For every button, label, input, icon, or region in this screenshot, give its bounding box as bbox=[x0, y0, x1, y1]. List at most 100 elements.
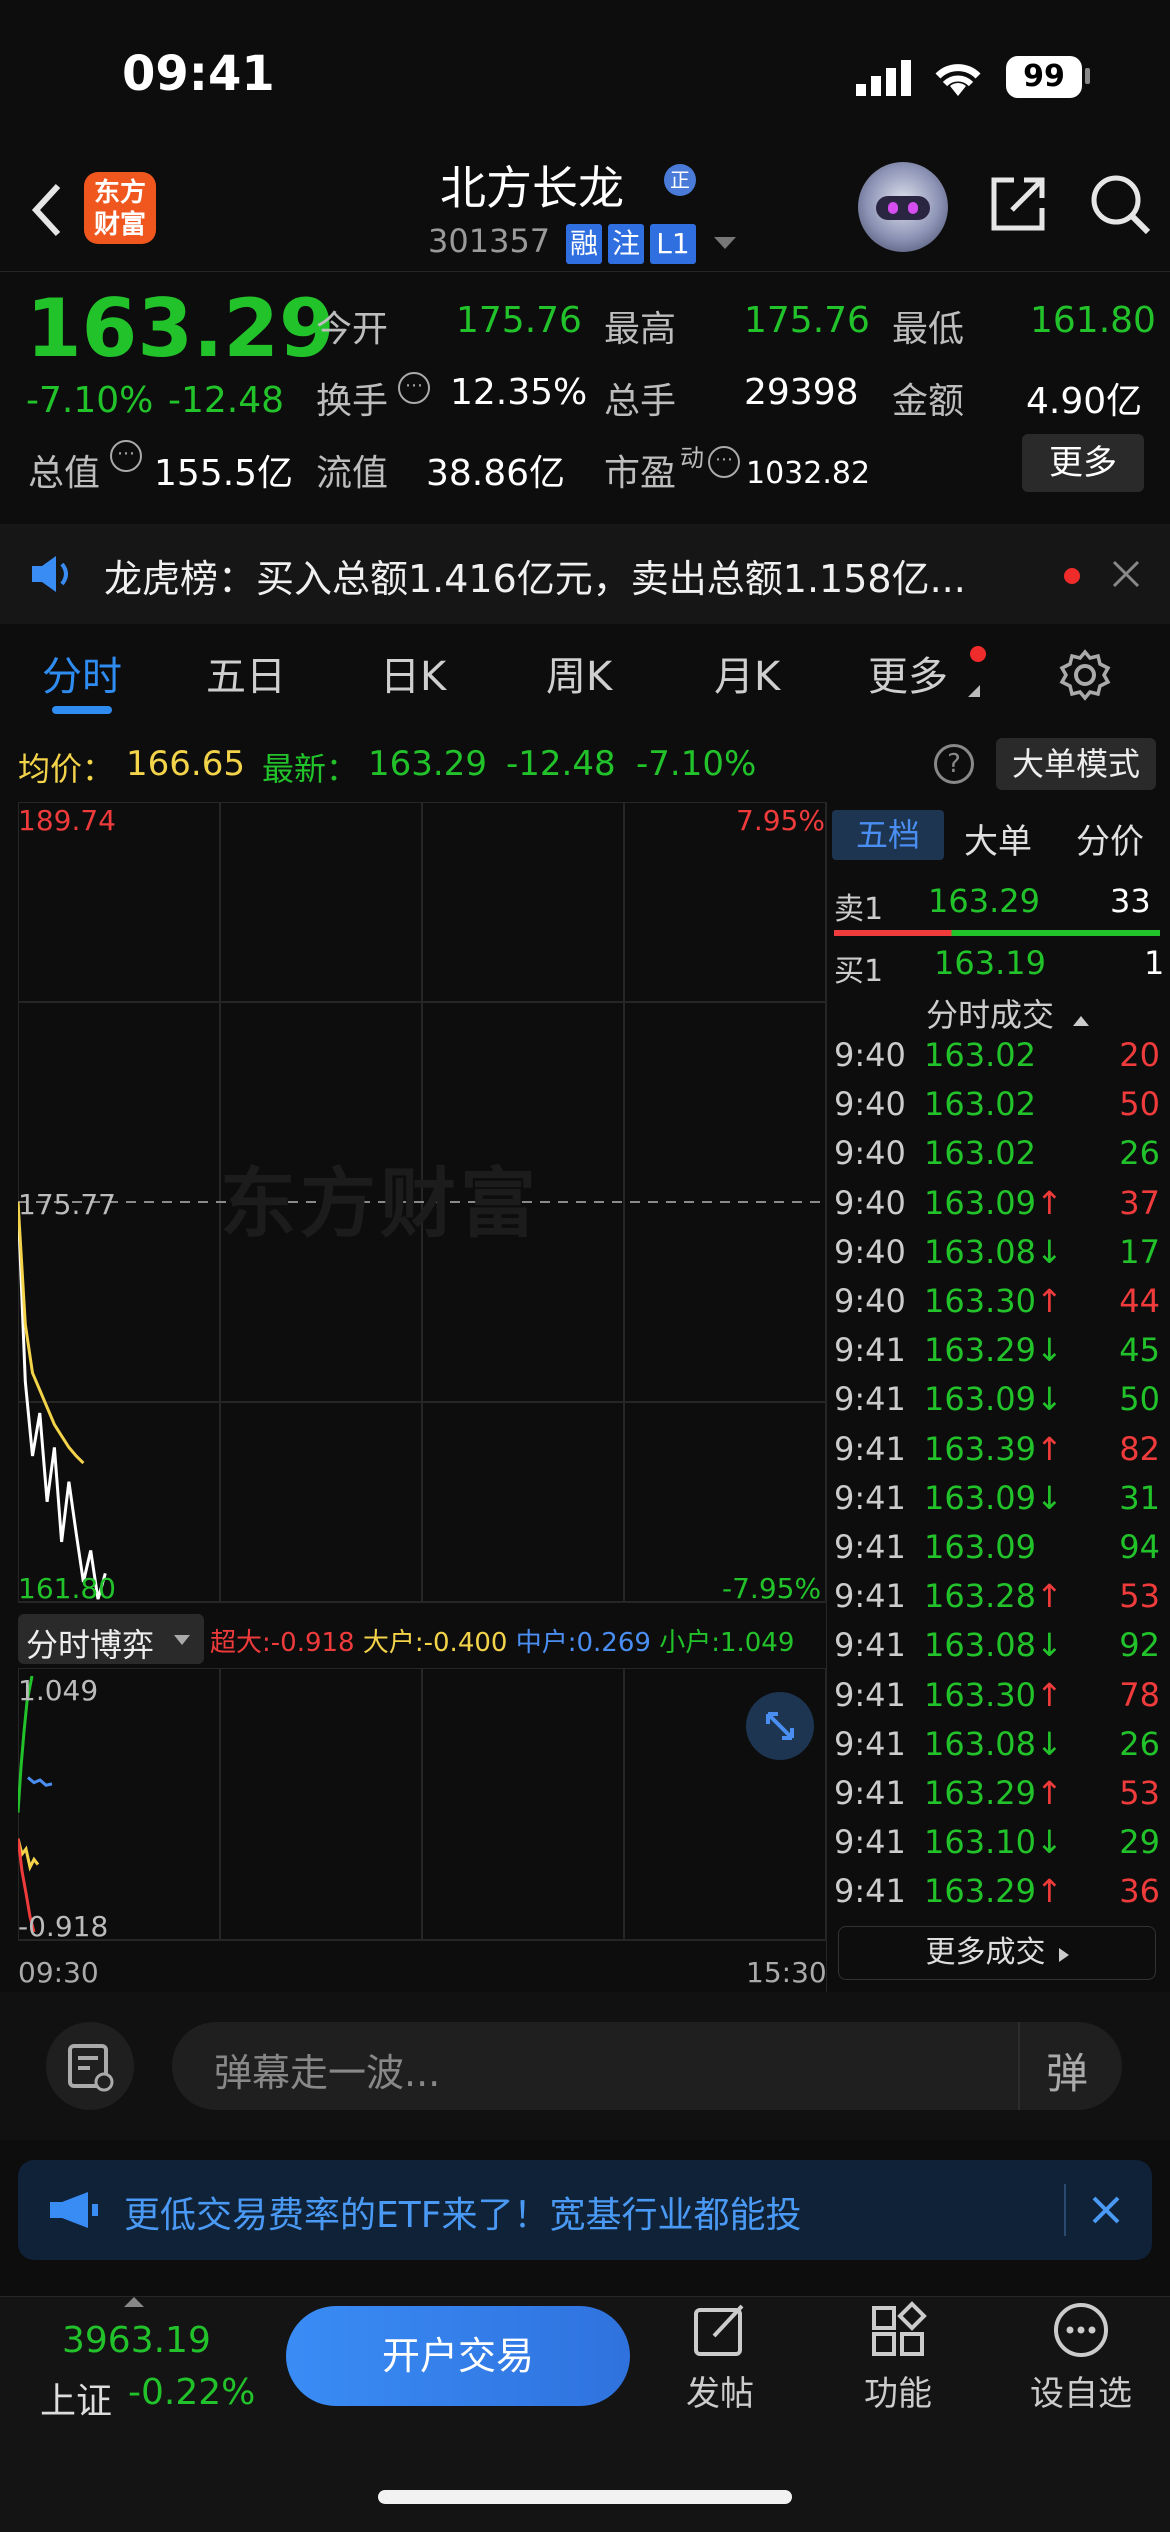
trades-title: 分时成交 bbox=[926, 996, 1055, 1034]
trade-volume: 26 bbox=[1119, 1724, 1160, 1763]
trade-row: 9:41 163.10↓ 29 bbox=[834, 1823, 1160, 1871]
small-label: 小户: bbox=[659, 1628, 720, 1658]
info-dots-icon[interactable]: ⋯ bbox=[708, 446, 740, 478]
arrow-up-icon: ↑ bbox=[1035, 1774, 1063, 1812]
trade-row: 9:41 163.30↑ 78 bbox=[834, 1676, 1160, 1724]
trade-volume: 20 bbox=[1119, 1036, 1160, 1074]
info-dots-icon[interactable]: ⋯ bbox=[398, 372, 430, 404]
etf-ad-banner[interactable]: 更低交易费率的ETF来了！宽基行业都能投 bbox=[18, 2160, 1152, 2260]
trade-row: 9:41 163.29↑ 53 bbox=[834, 1774, 1160, 1822]
help-icon[interactable]: ? bbox=[934, 744, 974, 784]
more-trades-label: 更多成交 bbox=[925, 1935, 1046, 1970]
buy1-price: 163.19 bbox=[934, 944, 1046, 982]
robot-assistant-icon[interactable] bbox=[858, 162, 948, 252]
tab-big-orders[interactable]: 大单 bbox=[964, 814, 1032, 863]
arrow-down-icon: ↓ bbox=[1035, 1232, 1063, 1271]
small-value: 1.049 bbox=[719, 1628, 795, 1658]
search-icon[interactable] bbox=[1088, 172, 1152, 240]
index-value[interactable]: 3963.19 bbox=[62, 2320, 211, 2361]
tab-more[interactable]: 更多 bbox=[868, 644, 948, 702]
share-icon[interactable] bbox=[986, 172, 1050, 240]
depth-bar bbox=[834, 930, 1160, 936]
app-logo[interactable]: 东方 财富 bbox=[84, 172, 156, 244]
arrow-up-icon: ↑ bbox=[1035, 1675, 1063, 1714]
price-line bbox=[18, 1201, 107, 1600]
more-dots-icon bbox=[1051, 2303, 1111, 2364]
trade-volume: 45 bbox=[1119, 1331, 1160, 1370]
tab-monthly-k[interactable]: 月K bbox=[714, 644, 780, 702]
pe-value: 1032.82 bbox=[746, 456, 871, 491]
ad-close-icon[interactable] bbox=[1092, 2196, 1120, 2228]
low-label: 最低 bbox=[892, 309, 965, 350]
large-label: 大户: bbox=[362, 1628, 424, 1658]
mid-value: 0.269 bbox=[576, 1628, 651, 1658]
dragon-tiger-banner[interactable]: 龙虎榜：买入总额1.416亿元，卖出总额1.158亿... bbox=[0, 524, 1170, 624]
pct-top-label: 7.95% bbox=[736, 804, 825, 837]
caret-down-icon[interactable] bbox=[714, 236, 736, 255]
post-label: 发帖 bbox=[686, 2374, 754, 2414]
trade-volume: 50 bbox=[1119, 1380, 1160, 1419]
danmaku-settings-icon[interactable] bbox=[46, 2022, 134, 2110]
mktcap-value: 155.5亿 bbox=[154, 453, 294, 494]
settings-gear-icon[interactable] bbox=[1058, 648, 1112, 706]
tab-five-day[interactable]: 五日 bbox=[206, 644, 286, 702]
amount-value: 4.90亿 bbox=[1026, 381, 1143, 422]
post-button[interactable]: 发帖 bbox=[680, 2300, 760, 2415]
trade-row: 9:41 163.09↓ 31 bbox=[834, 1479, 1160, 1527]
tab-daily-k[interactable]: 日K bbox=[380, 644, 446, 702]
trade-button[interactable]: 开户交易 bbox=[286, 2306, 630, 2406]
tab-weekly-k[interactable]: 周K bbox=[546, 644, 612, 702]
trade-time: 9:41 bbox=[834, 1528, 906, 1566]
trade-volume: 82 bbox=[1119, 1429, 1160, 1468]
flow-y-bottom: -0.918 bbox=[18, 1910, 109, 1943]
trade-price: 163.29↓ bbox=[924, 1331, 1063, 1370]
flow-chart[interactable] bbox=[18, 1668, 826, 1948]
trade-volume: 29 bbox=[1119, 1823, 1160, 1862]
arrow-up-icon: ↑ bbox=[1035, 1282, 1063, 1320]
info-dots-icon[interactable]: ⋯ bbox=[110, 440, 142, 472]
close-icon[interactable] bbox=[1112, 560, 1140, 592]
tab-price-dist[interactable]: 分价 bbox=[1076, 814, 1144, 863]
trade-row: 9:41 163.39↑ 82 bbox=[834, 1430, 1160, 1478]
logo-text: 东方 财富 bbox=[93, 178, 146, 240]
stock-name: 北方长龙 bbox=[440, 161, 624, 215]
low-value: 161.80 bbox=[1030, 300, 1156, 341]
arrow-down-icon: ↓ bbox=[1035, 1331, 1063, 1370]
caret-up-icon bbox=[1073, 1011, 1090, 1030]
wifi-icon bbox=[930, 58, 986, 102]
index-change: -0.22% bbox=[128, 2372, 256, 2413]
flow-title: 分时博弈 bbox=[26, 1626, 155, 1664]
back-arrow-icon[interactable] bbox=[28, 180, 68, 240]
functions-button[interactable]: 功能 bbox=[858, 2300, 938, 2415]
super-value: -0.918 bbox=[270, 1628, 355, 1658]
avg-value: 166.65 bbox=[126, 744, 245, 784]
arrow-up-icon: ↑ bbox=[1035, 1577, 1063, 1616]
tab-intraday[interactable]: 分时 bbox=[42, 644, 122, 702]
flow-selector[interactable]: 分时博弈 bbox=[18, 1614, 204, 1664]
sell1-label: 卖1 bbox=[834, 892, 884, 927]
danmaku-input[interactable]: 弹幕走一波... 弹 bbox=[172, 2022, 1122, 2110]
status-time: 09:41 bbox=[122, 46, 275, 102]
sell1-price: 163.29 bbox=[928, 882, 1040, 920]
trade-volume: 78 bbox=[1119, 1675, 1160, 1714]
x-end-label: 15:30 bbox=[746, 1956, 827, 1989]
big-order-mode-button[interactable]: 大单模式 bbox=[996, 738, 1156, 790]
trade-time: 9:41 bbox=[834, 1823, 906, 1862]
more-button[interactable]: 更多 bbox=[1022, 434, 1144, 492]
expand-icon[interactable] bbox=[746, 1692, 814, 1760]
trade-row: 9:41 163.28↑ 53 bbox=[834, 1577, 1160, 1625]
more-trades-button[interactable]: 更多成交 bbox=[838, 1926, 1156, 1980]
chart-watermark: 东方财富 bbox=[220, 1159, 540, 1248]
add-watchlist-button[interactable]: 设自选 bbox=[1026, 2300, 1136, 2415]
trade-price: 163.08↓ bbox=[924, 1724, 1063, 1763]
tab-five-level[interactable]: 五档 bbox=[832, 810, 944, 860]
arrow-up-icon: ↑ bbox=[1035, 1183, 1063, 1222]
chevron-down-icon bbox=[174, 1632, 190, 1651]
trades-header[interactable]: 分时成交 bbox=[926, 990, 1090, 1036]
danmaku-toggle[interactable]: 弹 bbox=[1018, 2022, 1122, 2110]
latest-change: -12.48 bbox=[506, 744, 616, 784]
trade-price: 163.39↑ bbox=[924, 1429, 1063, 1468]
functions-label: 功能 bbox=[864, 2374, 932, 2414]
edit-icon bbox=[690, 2304, 750, 2364]
trade-time: 9:41 bbox=[834, 1774, 906, 1812]
